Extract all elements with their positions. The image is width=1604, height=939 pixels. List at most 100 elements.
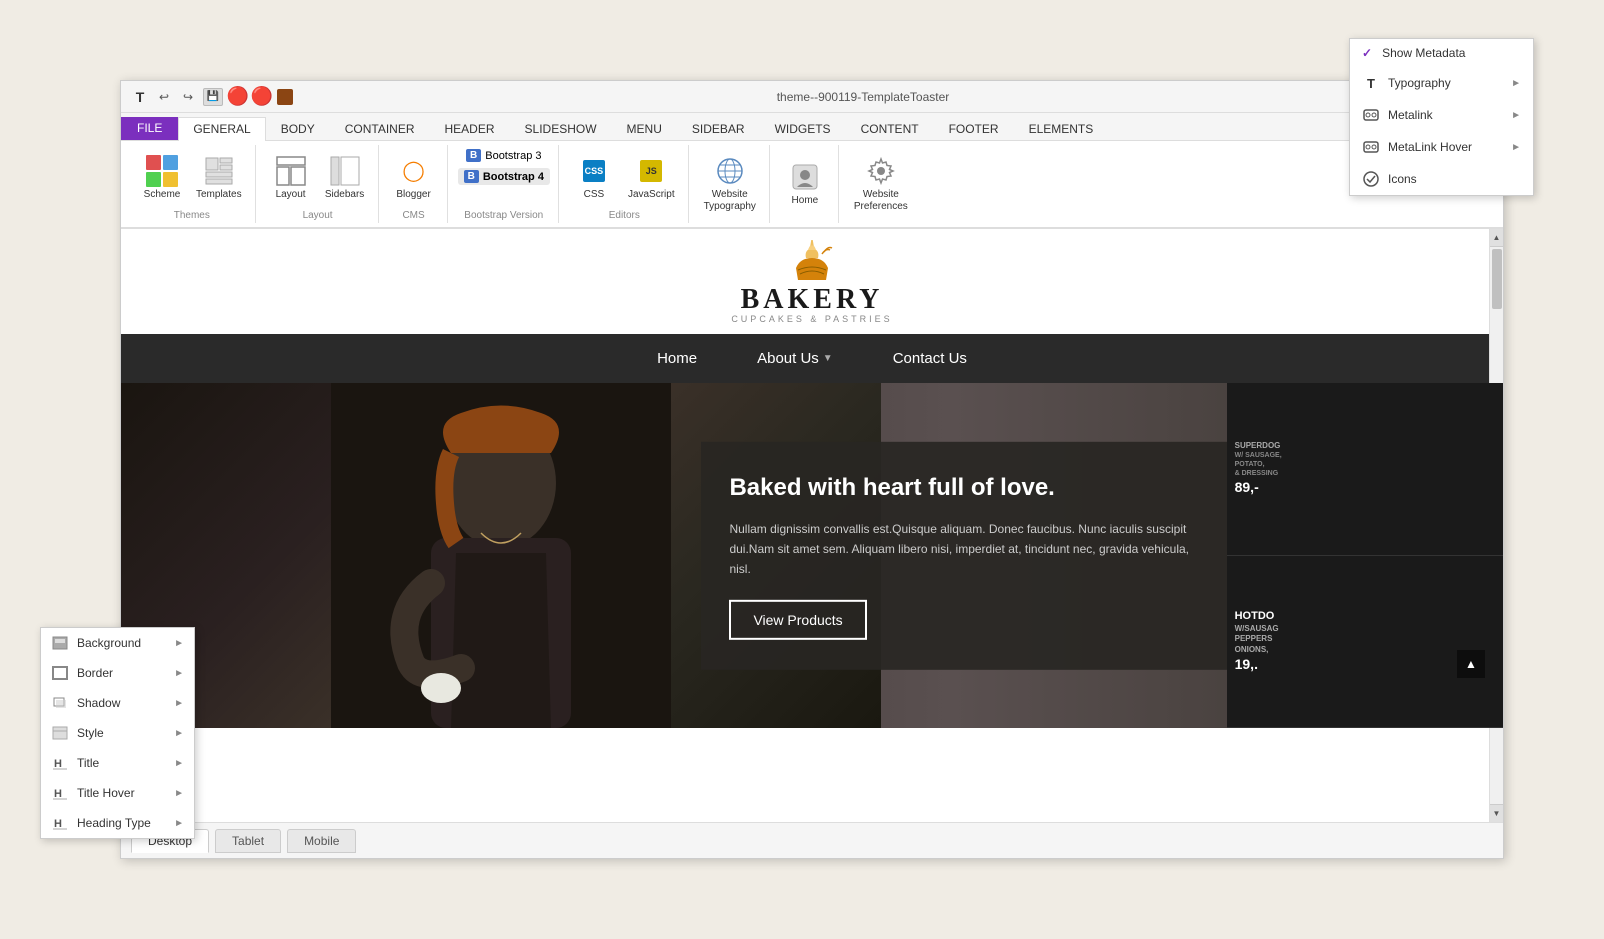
svg-text:H: H: [54, 818, 62, 830]
metalink-icon: [1362, 106, 1380, 124]
javascript-label: JavaScript: [628, 189, 675, 201]
dd-typography[interactable]: T Typography ►: [1350, 67, 1533, 99]
title-icon: H: [51, 754, 69, 772]
bakery-hero: SUPERDOG W/ SAUSAGE, POTATO, & DRESSING …: [121, 383, 1503, 728]
hero-description: Nullam dignissim convallis est.Quisque a…: [729, 519, 1198, 580]
layout-icon: [275, 155, 307, 187]
nav-about[interactable]: About Us ▼: [757, 350, 833, 367]
dd-metalink[interactable]: Metalink ►: [1350, 99, 1533, 131]
ctx-shadow[interactable]: Shadow ►: [41, 688, 194, 718]
view-products-button[interactable]: View Products: [729, 600, 866, 640]
tab-widgets[interactable]: WIDGETS: [760, 117, 846, 141]
ribbon-preferences-items: WebsitePreferences: [849, 147, 913, 221]
css-button[interactable]: CSS CSS: [569, 152, 619, 204]
sidebars-label: Sidebars: [325, 189, 364, 201]
tab-menu[interactable]: MENU: [612, 117, 677, 141]
ctx-style[interactable]: Style ►: [41, 718, 194, 748]
title-hover-icon: H: [51, 784, 69, 802]
ctx-border[interactable]: Border ►: [41, 658, 194, 688]
layout-button[interactable]: Layout: [266, 152, 316, 204]
scroll-down-arrow[interactable]: ▼: [1490, 804, 1504, 822]
shadow-label: Shadow: [77, 696, 166, 710]
website-preferences-icon: [865, 155, 897, 187]
templates-label: Templates: [196, 189, 242, 201]
dd-icons[interactable]: Icons: [1350, 163, 1533, 195]
hero-title: Baked with heart full of love.: [729, 471, 1198, 502]
templates-button[interactable]: Templates: [191, 152, 247, 204]
sign2-line2: W/SAUSAG: [1235, 624, 1279, 634]
nav-contact[interactable]: Contact Us: [893, 350, 967, 367]
blogger-icon: ◯: [398, 155, 430, 187]
style-arrow: ►: [174, 728, 184, 739]
nav-home-label: Home: [657, 350, 697, 367]
ctx-title[interactable]: H Title ►: [41, 748, 194, 778]
ctx-heading-type[interactable]: H Heading Type ►: [41, 808, 194, 838]
tab-mobile[interactable]: Mobile: [287, 829, 356, 853]
tab-tablet[interactable]: Tablet: [215, 829, 281, 853]
ctx-title-hover[interactable]: H Title Hover ►: [41, 778, 194, 808]
ribbon-group-layout: Layout Sidebars Layout: [258, 145, 379, 223]
tab-container[interactable]: CONTAINER: [330, 117, 430, 141]
tab-sidebar[interactable]: SIDEBAR: [677, 117, 760, 141]
ribbon-group-cms: ◯ Blogger CMS: [381, 145, 448, 223]
dd-show-metadata[interactable]: ✓ Show Metadata: [1350, 39, 1533, 67]
background-label: Background: [77, 636, 166, 650]
redo-button[interactable]: ↪: [179, 88, 197, 106]
preview-area: ▲ ▼: [121, 229, 1503, 822]
sidebars-icon: [329, 155, 361, 187]
favicons-icon: [789, 161, 821, 193]
ribbon-cms-items: ◯ Blogger: [389, 147, 439, 208]
tab-elements[interactable]: ELEMENTS: [1014, 117, 1109, 141]
shadow-icon: [51, 694, 69, 712]
ribbon-favicons-items: Home: [780, 147, 830, 221]
sign1-line3: POTATO,: [1235, 460, 1282, 469]
javascript-icon: JS: [635, 155, 667, 187]
bottom-bar: Desktop Tablet Mobile: [121, 822, 1503, 858]
tab-content[interactable]: CONTENT: [846, 117, 934, 141]
dropdown-menu-right: ✓ Show Metadata T Typography ► Metalink …: [1349, 38, 1534, 196]
website-preferences-button[interactable]: WebsitePreferences: [849, 152, 913, 216]
ribbon-themes-items: Scheme Templat: [137, 147, 247, 208]
ribbon-group-themes: Scheme Templat: [129, 145, 256, 223]
sidebars-button[interactable]: Sidebars: [320, 152, 370, 204]
heading-type-arrow: ►: [174, 818, 184, 829]
scheme-button[interactable]: Scheme: [137, 152, 187, 204]
scroll-to-top-button[interactable]: ▲: [1457, 650, 1485, 678]
nav-home[interactable]: Home: [657, 350, 697, 367]
border-icon: [51, 664, 69, 682]
title-hover-label: Title Hover: [77, 786, 166, 800]
bootstrap4-button[interactable]: B Bootstrap 4: [458, 168, 550, 185]
nav-about-arrow: ▼: [823, 353, 833, 364]
css-label: CSS: [584, 189, 605, 201]
bakery-logo-sub: CUPCAKES & PASTRIES: [731, 314, 892, 324]
bootstrap4-label: Bootstrap 4: [483, 171, 544, 183]
icon-red-circle: 🔴: [253, 88, 271, 106]
shadow-arrow: ►: [174, 698, 184, 709]
scheme-sq1: [146, 155, 161, 170]
metalink-hover-label: MetaLink Hover: [1388, 140, 1503, 154]
tab-footer[interactable]: FOOTER: [934, 117, 1014, 141]
favicons-button[interactable]: Home: [780, 158, 830, 210]
sign-board-1: SUPERDOG W/ SAUSAGE, POTATO, & DRESSING …: [1227, 383, 1503, 556]
tab-general[interactable]: GENERAL: [178, 117, 265, 141]
tab-file[interactable]: FILE: [121, 117, 178, 140]
tab-body[interactable]: BODY: [266, 117, 330, 141]
ctx-background[interactable]: Background ►: [41, 628, 194, 658]
scheme-label: Scheme: [144, 189, 181, 201]
blogger-button[interactable]: ◯ Blogger: [389, 152, 439, 204]
svg-text:H: H: [54, 758, 62, 770]
dd-metalink-hover[interactable]: MetaLink Hover ►: [1350, 131, 1533, 163]
ribbon-group-typography: WebsiteTypography: [691, 145, 770, 223]
scroll-up-arrow[interactable]: ▲: [1490, 229, 1504, 247]
tab-slideshow[interactable]: SLIDESHOW: [510, 117, 612, 141]
website-typography-button[interactable]: WebsiteTypography: [699, 152, 761, 216]
title-label: Title: [77, 756, 166, 770]
undo-button[interactable]: ↩: [155, 88, 173, 106]
nav-about-label: About Us: [757, 350, 819, 367]
tab-header[interactable]: HEADER: [430, 117, 510, 141]
javascript-button[interactable]: JS JavaScript: [623, 152, 680, 204]
bootstrap3-button[interactable]: B Bootstrap 3: [460, 147, 548, 164]
save-button[interactable]: 💾: [203, 88, 223, 106]
scroll-thumb[interactable]: [1492, 249, 1502, 309]
bootstrap-group-label: Bootstrap Version: [464, 210, 543, 221]
